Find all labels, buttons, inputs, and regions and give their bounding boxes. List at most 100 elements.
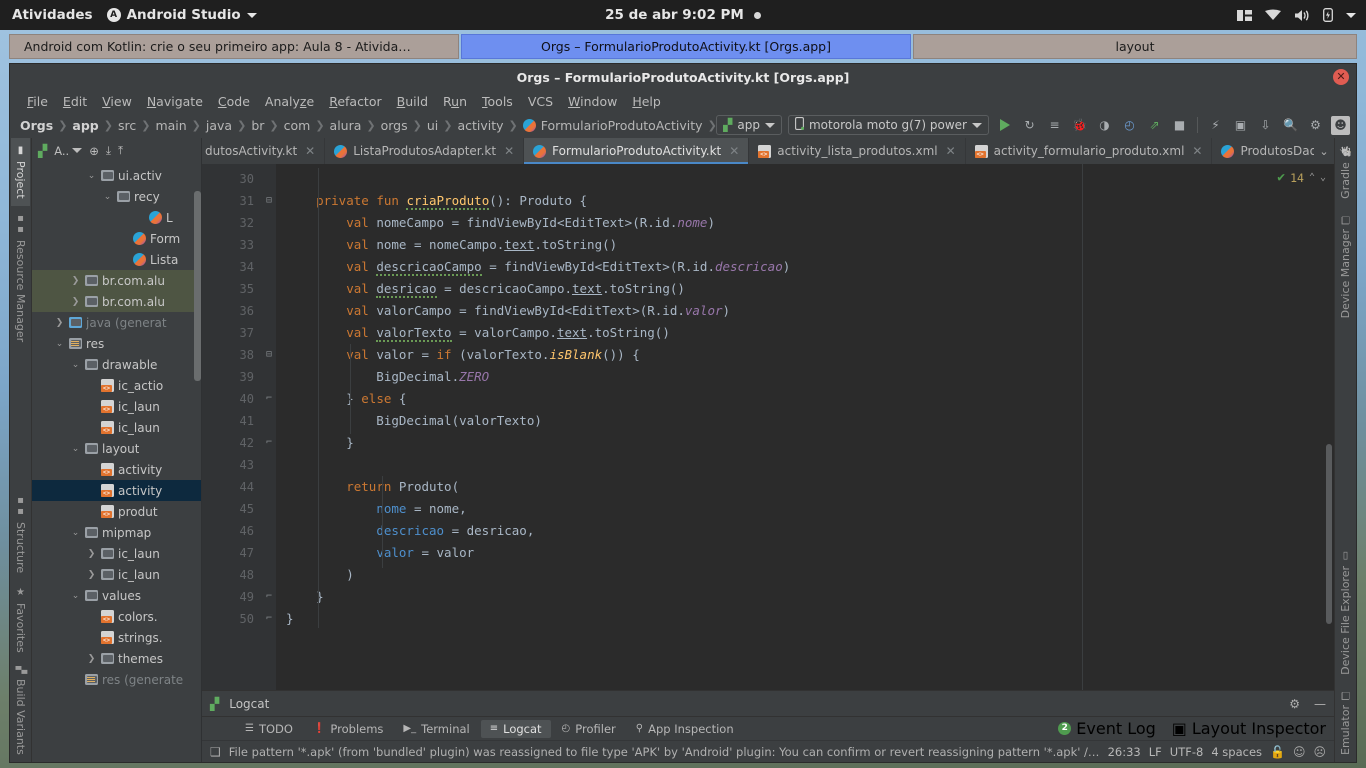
- tree-node[interactable]: ic_actio: [32, 375, 201, 396]
- window-button-layout[interactable]: layout: [913, 34, 1357, 59]
- code-line[interactable]: ): [276, 564, 1334, 586]
- code-line[interactable]: [276, 454, 1334, 476]
- tree-node[interactable]: activity: [32, 459, 201, 480]
- chevron-right-icon[interactable]: ❯: [70, 276, 81, 286]
- search-icon[interactable]: 🔍: [1281, 116, 1300, 135]
- chevron-down-icon[interactable]: ⌄: [70, 444, 81, 454]
- tree-node[interactable]: ⌄ values: [32, 585, 201, 606]
- code-line[interactable]: BigDecimal(valorTexto): [276, 410, 1334, 432]
- app-menu-button[interactable]: A Android Studio: [106, 7, 257, 23]
- code-line[interactable]: }: [276, 432, 1334, 454]
- code-line[interactable]: }: [276, 586, 1334, 608]
- code-line[interactable]: valor = valor: [276, 542, 1334, 564]
- avatar-icon[interactable]: ☻: [1331, 115, 1350, 135]
- tree-node[interactable]: Form: [32, 228, 201, 249]
- breadcrumb-main[interactable]: main: [153, 118, 188, 133]
- code-line[interactable]: val descricaoCampo = findViewById<EditTe…: [276, 256, 1334, 278]
- code-line[interactable]: [276, 168, 1334, 190]
- indent-setting[interactable]: 4 spaces: [1211, 745, 1262, 759]
- notification-icon[interactable]: ❑: [210, 745, 221, 759]
- close-icon[interactable]: ✕: [504, 144, 514, 158]
- line-separator[interactable]: LF: [1149, 745, 1162, 759]
- chevron-up-icon[interactable]: ⌃: [1309, 172, 1315, 183]
- device-download-icon[interactable]: ⇩: [1256, 116, 1275, 135]
- tree-node[interactable]: strings.: [32, 627, 201, 648]
- close-icon[interactable]: ✕: [946, 144, 956, 158]
- close-icon[interactable]: ✕: [729, 144, 739, 158]
- tree-node[interactable]: ❯ br.com.alu: [32, 291, 201, 312]
- menu-build[interactable]: Build: [390, 93, 435, 110]
- menu-analyze[interactable]: Analyze: [258, 93, 321, 110]
- code-line[interactable]: val nome = nomeCampo.text.toString(): [276, 234, 1334, 256]
- tree-node[interactable]: ❯ java (generat: [32, 312, 201, 333]
- close-icon[interactable]: ✕: [1333, 69, 1349, 85]
- debug-icon[interactable]: 🐞: [1070, 116, 1089, 135]
- layout-inspector-button[interactable]: ▣ Layout Inspector: [1172, 719, 1326, 738]
- close-icon[interactable]: ✕: [1192, 144, 1202, 158]
- activities-button[interactable]: Atividades: [12, 7, 93, 23]
- breadcrumb-alura[interactable]: alura: [328, 118, 364, 133]
- menu-run[interactable]: Run: [436, 93, 474, 110]
- editor-tab[interactable]: FormularioProdutoActivity.kt ✕: [524, 138, 750, 164]
- bottom-tool-window-tabs[interactable]: ☰ TODO ❗ Problems ▶_ Terminal ≡ Logcat ◴ Profiler…: [202, 716, 1334, 740]
- code-line[interactable]: val desricao = descricaoCampo.text.toStr…: [276, 278, 1334, 300]
- code-line[interactable]: BigDecimal.ZERO: [276, 366, 1334, 388]
- menu-vcs[interactable]: VCS: [521, 93, 560, 110]
- sidebar-item-device-manager[interactable]: Device Manager ❐: [1336, 206, 1355, 325]
- chevron-down-icon[interactable]: ⌄: [70, 591, 81, 601]
- sidebar-item-emulator[interactable]: Emulator ❐: [1336, 682, 1355, 762]
- tree-node[interactable]: produt: [32, 501, 201, 522]
- code-line[interactable]: val valor = if (valorTexto.isBlank()) {: [276, 344, 1334, 366]
- happy-face-icon[interactable]: ☺: [1293, 745, 1306, 759]
- inspection-widget[interactable]: ✔ 14 ⌃ ⌄: [1277, 170, 1326, 185]
- chevron-down-icon[interactable]: ⌄: [54, 339, 65, 349]
- code-line[interactable]: val nomeCampo = findViewById<EditText>(R…: [276, 212, 1334, 234]
- fold-marker-icon[interactable]: ⌐: [262, 432, 276, 454]
- caret-position[interactable]: 26:33: [1108, 745, 1141, 759]
- menu-window[interactable]: Window: [561, 93, 624, 110]
- tab-overflow-icon[interactable]: ⌄: [1314, 138, 1334, 164]
- run-configuration-selector[interactable]: ▞ app: [716, 115, 782, 135]
- fold-marker-icon[interactable]: ⌐: [262, 608, 276, 630]
- chevron-down-icon[interactable]: ⌄: [1320, 172, 1326, 183]
- chevron-down-icon[interactable]: ⌄: [70, 360, 81, 370]
- menu-help[interactable]: Help: [625, 93, 668, 110]
- tree-node[interactable]: Lista: [32, 249, 201, 270]
- chevron-right-icon[interactable]: ❯: [86, 654, 97, 664]
- bottom-tab-profiler[interactable]: ◴ Profiler: [553, 720, 625, 738]
- code-line[interactable]: } else {: [276, 388, 1334, 410]
- code-line[interactable]: val valorTexto = valorCampo.text.toStrin…: [276, 322, 1334, 344]
- project-scope-selector[interactable]: A..: [54, 144, 83, 158]
- breadcrumb-java[interactable]: java: [204, 118, 234, 133]
- sad-face-icon[interactable]: ☹: [1313, 745, 1326, 759]
- editor-tab[interactable]: ListaProdutosAdapter.kt ✕: [325, 138, 525, 164]
- window-button-android-studio[interactable]: Orgs – FormularioProdutoActivity.kt [Org…: [461, 34, 911, 59]
- code-line[interactable]: return Produto(: [276, 476, 1334, 498]
- chevron-right-icon[interactable]: ❯: [70, 297, 81, 307]
- fold-marker-icon[interactable]: ⊟: [262, 344, 276, 366]
- tree-node[interactable]: ic_laun: [32, 396, 201, 417]
- device-selector[interactable]: motorola moto g(7) power: [787, 115, 989, 135]
- run-icon[interactable]: [995, 116, 1014, 135]
- code-folding-gutter[interactable]: ⊟ ⊟ ⌐ ⌐ ⌐ ⌐: [262, 164, 276, 690]
- tree-node[interactable]: ⌄ layout: [32, 438, 201, 459]
- bottom-tab-app-inspection[interactable]: ⚲ App Inspection: [627, 720, 743, 738]
- fold-marker-icon[interactable]: ⌐: [262, 586, 276, 608]
- code-line[interactable]: descricao = desricao,: [276, 520, 1334, 542]
- run-step-icon[interactable]: ◑: [1095, 116, 1114, 135]
- event-log-button[interactable]: 2 Event Log: [1058, 719, 1156, 738]
- rerun-icon[interactable]: ↻: [1020, 116, 1039, 135]
- tree-node[interactable]: ⌄ recy: [32, 186, 201, 207]
- menu-edit[interactable]: Edit: [56, 93, 94, 110]
- fold-marker-icon[interactable]: ⊟: [262, 190, 276, 212]
- layout-inspector-icon[interactable]: ▣: [1231, 116, 1250, 135]
- editor-area[interactable]: 30 31 32 33 34 35 36 37 38 39 40 41 42 43 44 45 46 47 48 49…: [202, 164, 1334, 690]
- tree-node[interactable]: ⌄ ui.activ: [32, 165, 201, 186]
- sidebar-item-resource-manager[interactable]: ▪▪ Resource Manager: [11, 206, 30, 349]
- menu-code[interactable]: Code: [211, 93, 257, 110]
- tree-node[interactable]: ❯ ic_laun: [32, 543, 201, 564]
- breadcrumb-com[interactable]: com: [282, 118, 313, 133]
- settings-gear-icon[interactable]: ⚙: [1306, 116, 1325, 135]
- apply-changes-icon[interactable]: ⚡: [1206, 116, 1225, 135]
- breadcrumb-src[interactable]: src: [116, 118, 138, 133]
